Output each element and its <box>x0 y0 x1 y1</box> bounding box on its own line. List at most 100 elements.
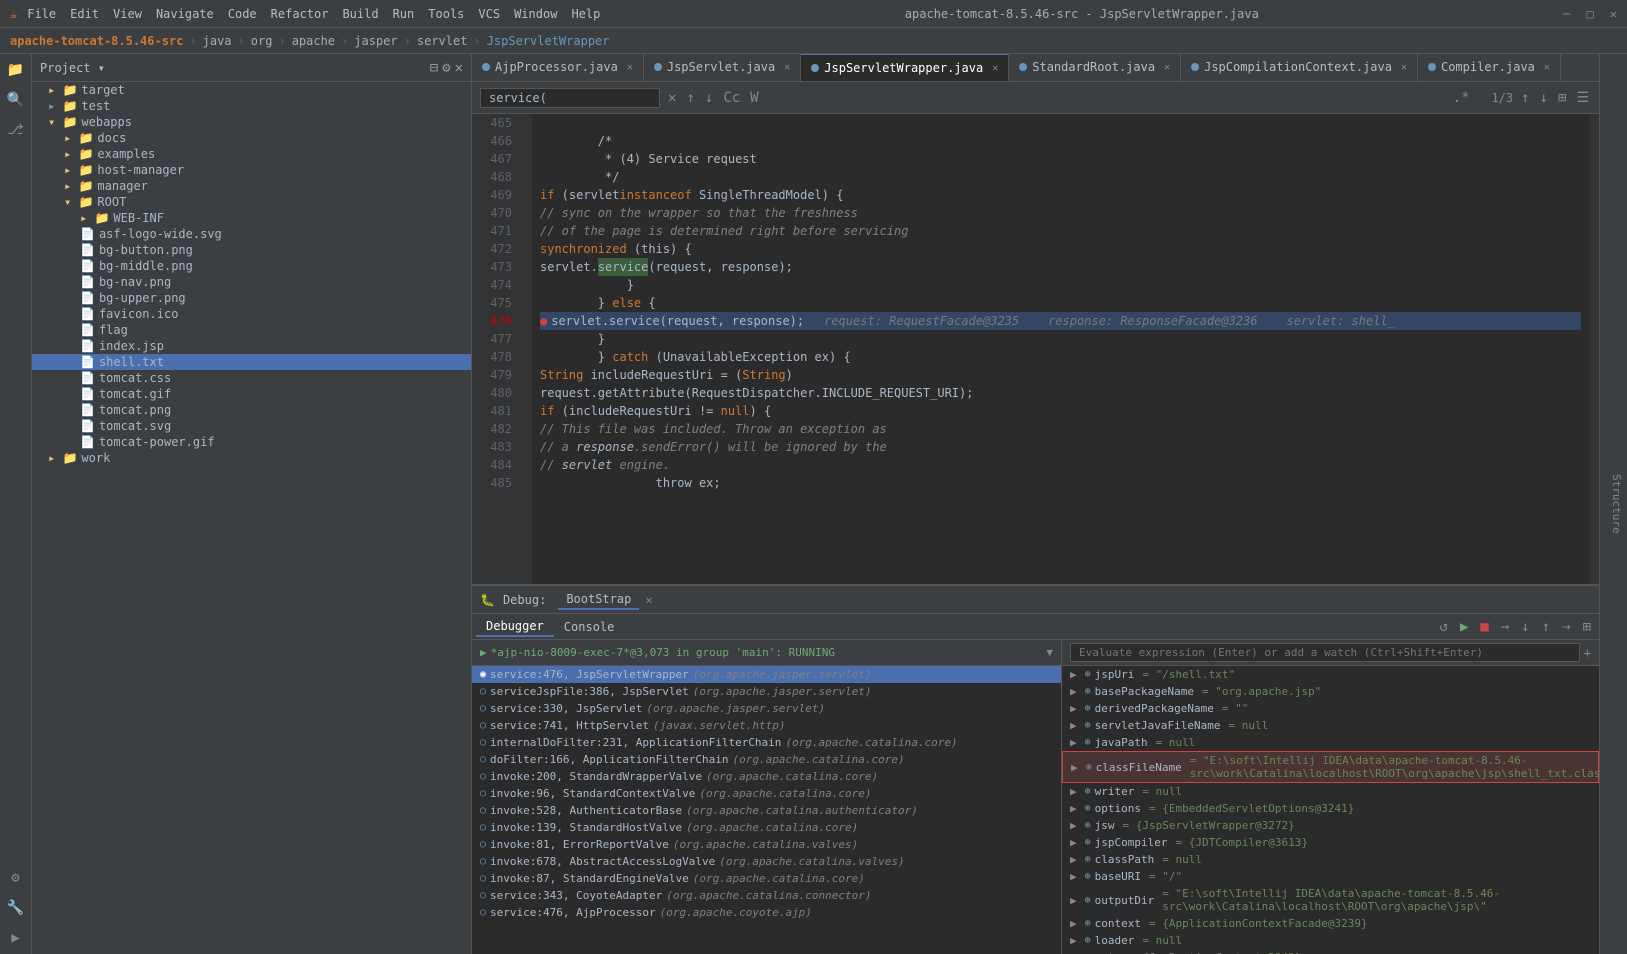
breadcrumb-apache[interactable]: apache <box>292 34 335 48</box>
variable-item[interactable]: ▶⊕ classPath= null <box>1062 851 1599 868</box>
tab-close-btn[interactable]: ✕ <box>992 63 998 74</box>
stack-frame[interactable]: ○internalDoFilter:231, ApplicationFilter… <box>472 734 1061 751</box>
search-next-btn[interactable]: ↓ <box>703 88 715 108</box>
search-down-icon[interactable]: ↓ <box>1538 88 1550 108</box>
variable-item[interactable]: ▶⊕ context= {ApplicationContextFacade@32… <box>1062 915 1599 932</box>
terminal-icon[interactable]: ▶ <box>4 926 28 950</box>
tree-item[interactable]: ▸ 📁manager <box>32 178 471 194</box>
search-prev-btn[interactable]: ↑ <box>684 88 696 108</box>
maximize-btn[interactable]: □ <box>1587 7 1594 21</box>
tree-item[interactable]: 📄index.jsp <box>32 338 471 354</box>
git-icon[interactable]: ⎇ <box>4 118 28 142</box>
settings-gear-icon[interactable]: ⚙ <box>442 60 450 76</box>
menu-navigate[interactable]: Navigate <box>156 7 214 21</box>
tree-item[interactable]: 📄bg-upper.png <box>32 290 471 306</box>
tab-close-btn[interactable]: ✕ <box>1544 62 1550 73</box>
var-expand-icon[interactable]: ▶ <box>1070 819 1077 832</box>
tree-item[interactable]: 📄asf-logo-wide.svg <box>32 226 471 242</box>
tree-item[interactable]: 📄tomcat.css <box>32 370 471 386</box>
var-expand-icon[interactable]: ▶ <box>1070 802 1077 815</box>
tab-close-btn[interactable]: ✕ <box>627 62 633 73</box>
tab-JspServletWrapper-java[interactable]: JspServletWrapper.java✕ <box>801 54 1009 81</box>
var-expand-icon[interactable]: ▶ <box>1070 785 1077 798</box>
tree-item[interactable]: ▸ 📁host-manager <box>32 162 471 178</box>
tree-item[interactable]: 📄tomcat.png <box>32 402 471 418</box>
stack-frame[interactable]: ○invoke:139, StandardHostValve (org.apac… <box>472 819 1061 836</box>
stack-frame[interactable]: ◉service:476, JspServletWrapper (org.apa… <box>472 666 1061 683</box>
close-btn[interactable]: ✕ <box>1610 7 1617 21</box>
tab-AjpProcessor-java[interactable]: AjpProcessor.java✕ <box>472 54 644 81</box>
stack-frame[interactable]: ○service:741, HttpServlet (javax.servlet… <box>472 717 1061 734</box>
run-cursor-btn[interactable]: ⇢ <box>1558 617 1574 637</box>
tree-item[interactable]: 📄favicon.ico <box>32 306 471 322</box>
menu-help[interactable]: Help <box>571 7 600 21</box>
whole-word-btn[interactable]: W <box>748 88 760 108</box>
variable-item[interactable]: ▶⊕ jsw= {JspServletWrapper@3272} <box>1062 817 1599 834</box>
tree-item[interactable]: ▸ 📁test <box>32 98 471 114</box>
window-controls[interactable]: ─ □ ✕ <box>1563 7 1617 21</box>
evaluate-btn[interactable]: ⊞ <box>1579 617 1595 637</box>
breadcrumb-org[interactable]: org <box>251 34 273 48</box>
variable-item[interactable]: ▶⊕ loader= null <box>1062 932 1599 949</box>
tree-item[interactable]: 📄tomcat-power.gif <box>32 434 471 450</box>
tree-item[interactable]: ▸ 📁WEB-INF <box>32 210 471 226</box>
var-expand-icon[interactable]: ▶ <box>1070 702 1077 715</box>
step-over-btn[interactable]: → <box>1497 617 1513 637</box>
variable-item[interactable]: ▶⊕ classFileName= "E:\soft\Intellij IDEA… <box>1062 751 1599 783</box>
tab-StandardRoot-java[interactable]: StandardRoot.java✕ <box>1009 54 1181 81</box>
stack-frame[interactable]: ○service:343, CoyoteAdapter (org.apache.… <box>472 887 1061 904</box>
search-input[interactable] <box>480 88 660 108</box>
stop-btn[interactable]: ■ <box>1476 617 1492 637</box>
variable-item[interactable]: ▶⊕ basePackageName= "org.apache.jsp" <box>1062 683 1599 700</box>
tree-item[interactable]: 📄tomcat.gif <box>32 386 471 402</box>
close-debug-tab[interactable]: ✕ <box>645 593 652 607</box>
tree-item[interactable]: ▾ 📁ROOT <box>32 194 471 210</box>
variable-item[interactable]: ▶⊕ options= {EmbeddedServletOptions@3241… <box>1062 800 1599 817</box>
match-case-btn[interactable]: Cc <box>721 88 742 108</box>
search-up-icon[interactable]: ↑ <box>1519 88 1531 108</box>
add-watch-icon[interactable]: + <box>1584 646 1591 660</box>
tab-close-btn[interactable]: ✕ <box>784 62 790 73</box>
find-icon[interactable]: 🔍 <box>4 88 28 112</box>
breadcrumb-jasper[interactable]: jasper <box>354 34 397 48</box>
stack-frame[interactable]: ○service:476, AjpProcessor (org.apache.c… <box>472 904 1061 921</box>
var-expand-icon[interactable]: ▶ <box>1070 853 1077 866</box>
evaluate-input[interactable] <box>1070 643 1580 662</box>
tab-Compiler-java[interactable]: Compiler.java✕ <box>1418 54 1561 81</box>
var-expand-icon[interactable]: ▶ <box>1070 685 1077 698</box>
expand-icon[interactable]: ⊞ <box>1556 88 1568 108</box>
tree-item[interactable]: 📄bg-nav.png <box>32 274 471 290</box>
variable-item[interactable]: ▶⊕ outputDir= "E:\soft\Intellij IDEA\dat… <box>1062 885 1599 915</box>
variable-item[interactable]: ▶⊕ jspUri= "/shell.txt" <box>1062 666 1599 683</box>
menu-file[interactable]: File <box>27 7 56 21</box>
stack-frame[interactable]: ○invoke:528, AuthenticatorBase (org.apac… <box>472 802 1061 819</box>
var-expand-icon[interactable]: ▶ <box>1070 917 1077 930</box>
rerun-btn[interactable]: ↺ <box>1436 617 1452 637</box>
regex-btn[interactable]: .* <box>1451 88 1472 108</box>
step-into-btn[interactable]: ↓ <box>1517 617 1533 637</box>
var-expand-icon[interactable]: ▶ <box>1071 761 1078 774</box>
menu-bar[interactable]: File Edit View Navigate Code Refactor Bu… <box>27 7 600 21</box>
tree-item[interactable]: 📄tomcat.svg <box>32 418 471 434</box>
variable-item[interactable]: ▶⊕ derivedPackageName= "" <box>1062 700 1599 717</box>
var-expand-icon[interactable]: ▶ <box>1070 736 1077 749</box>
tree-item[interactable]: ▸ 📁work <box>32 450 471 466</box>
var-expand-icon[interactable]: ▶ <box>1070 668 1077 681</box>
breadcrumb-project[interactable]: apache-tomcat-8.5.46-src <box>10 34 183 48</box>
project-icon[interactable]: 📁 <box>4 58 28 82</box>
menu-build[interactable]: Build <box>342 7 378 21</box>
structure-label[interactable]: Structure <box>1606 466 1627 542</box>
code-content[interactable]: /* * (4) Service request */ if (servlet … <box>532 114 1589 584</box>
stack-frame[interactable]: ○invoke:96, StandardContextValve (org.ap… <box>472 785 1061 802</box>
sidebar-toolbar[interactable]: ⊟ ⚙ ✕ <box>430 60 463 76</box>
breadcrumb-servlet[interactable]: servlet <box>417 34 468 48</box>
filter-icon[interactable]: ▼ <box>1046 646 1053 659</box>
step-out-btn[interactable]: ↑ <box>1538 617 1554 637</box>
tab-JspCompilationContext-java[interactable]: JspCompilationContext.java✕ <box>1181 54 1418 81</box>
tree-item[interactable]: 📄bg-middle.png <box>32 258 471 274</box>
code-editor[interactable]: 4654664674684694704714724734744754764774… <box>472 114 1599 584</box>
menu-refactor[interactable]: Refactor <box>271 7 329 21</box>
tree-item[interactable]: ▸ 📁examples <box>32 146 471 162</box>
sidebar-close-icon[interactable]: ✕ <box>455 60 463 76</box>
search-clear-btn[interactable]: ✕ <box>666 88 678 108</box>
